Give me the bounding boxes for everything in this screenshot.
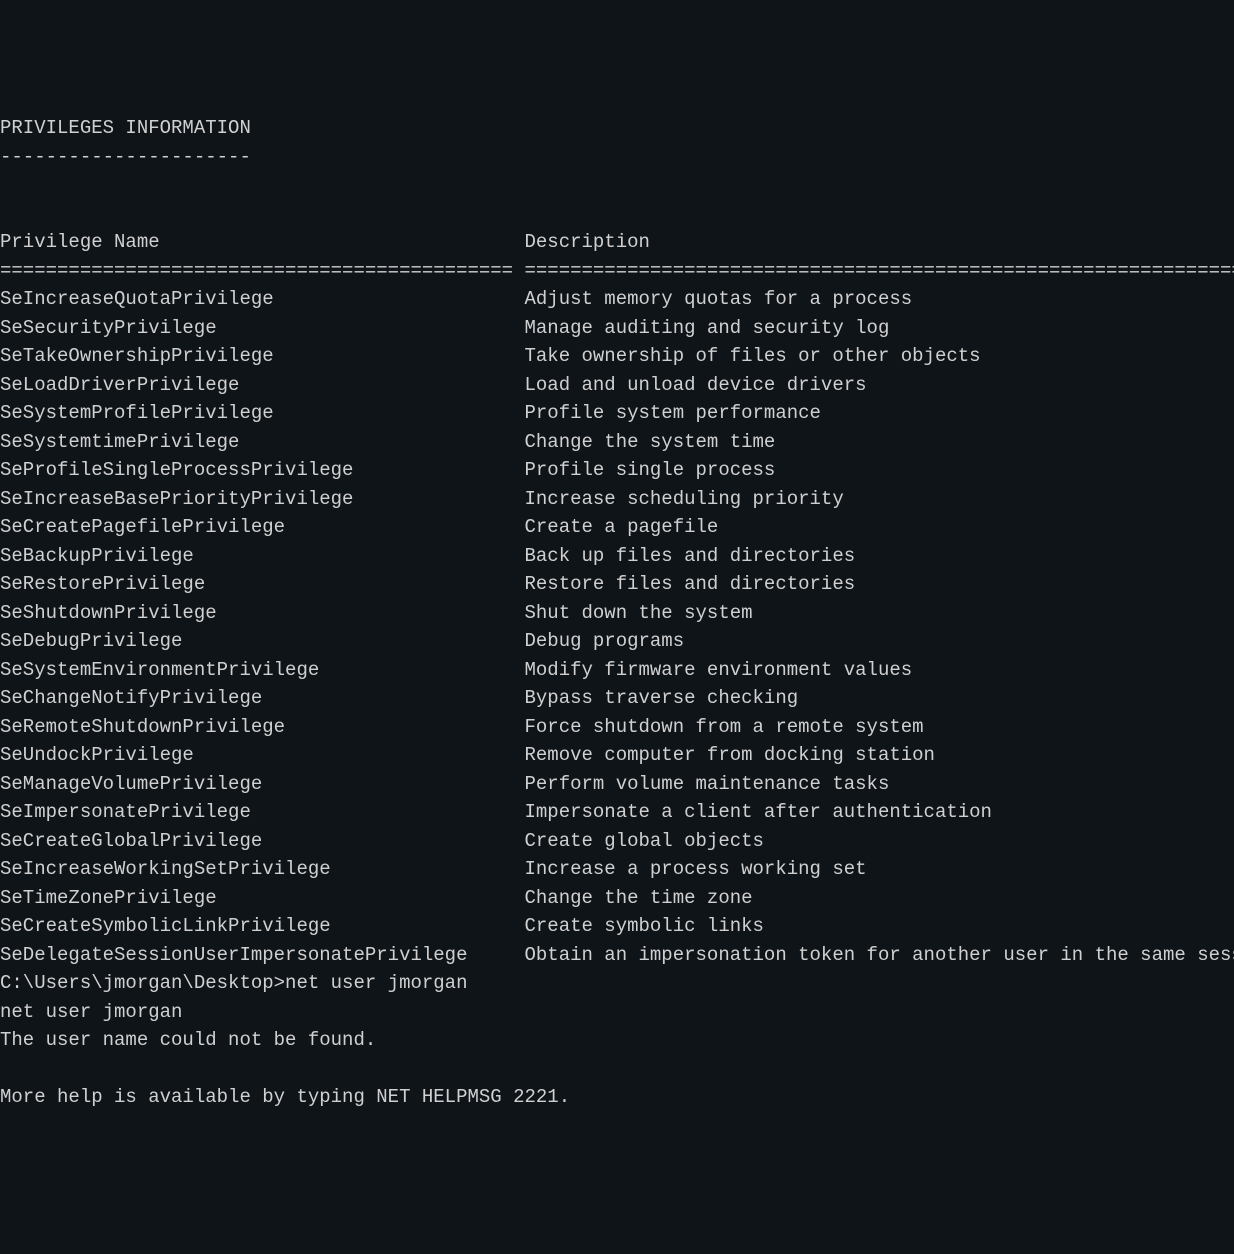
- column-headers-row: Privilege Name Description State: [0, 231, 1234, 253]
- privileges-header-title: PRIVILEGES INFORMATION: [0, 117, 251, 139]
- privilege-row: SeCreatePagefilePrivilege Create a pagef…: [0, 516, 1234, 538]
- privilege-row: SeSystemProfilePrivilege Profile system …: [0, 402, 1234, 424]
- privilege-row: SeShutdownPrivilege Shut down the system…: [0, 602, 1234, 624]
- error-message: The user name could not be found.: [0, 1029, 376, 1051]
- privilege-row: SeRestorePrivilege Restore files and dir…: [0, 573, 1234, 595]
- prompt-command: net user jmorgan: [285, 972, 467, 994]
- privilege-row: SeTakeOwnershipPrivilege Take ownership …: [0, 345, 1234, 367]
- command-prompt-line: C:\Users\jmorgan\Desktop>net user jmorga…: [0, 972, 467, 994]
- privilege-row: SeDebugPrivilege Debug programs Enabled: [0, 630, 1234, 652]
- prompt-path: C:\Users\jmorgan\Desktop>: [0, 972, 285, 994]
- help-message: More help is available by typing NET HEL…: [0, 1086, 570, 1108]
- privilege-row: SeImpersonatePrivilege Impersonate a cli…: [0, 801, 1234, 823]
- privilege-row: SeCreateSymbolicLinkPrivilege Create sym…: [0, 915, 1234, 937]
- privilege-row: SeBackupPrivilege Back up files and dire…: [0, 545, 1234, 567]
- privilege-row: SeChangeNotifyPrivilege Bypass traverse …: [0, 687, 1234, 709]
- command-echo: net user jmorgan: [0, 1001, 182, 1023]
- privileges-header-dashes: ----------------------: [0, 146, 251, 168]
- column-separator-row: ========================================…: [0, 260, 1234, 282]
- privilege-row: SeSecurityPrivilege Manage auditing and …: [0, 317, 1234, 339]
- privilege-row: SeIncreaseQuotaPrivilege Adjust memory q…: [0, 288, 1234, 310]
- privilege-row: SeProfileSingleProcessPrivilege Profile …: [0, 459, 1234, 481]
- privilege-row: SeTimeZonePrivilege Change the time zone…: [0, 887, 1234, 909]
- privilege-row: SeIncreaseBasePriorityPrivilege Increase…: [0, 488, 1234, 510]
- privilege-row: SeDelegateSessionUserImpersonatePrivileg…: [0, 944, 1234, 966]
- privilege-row: SeManageVolumePrivilege Perform volume m…: [0, 773, 1234, 795]
- privilege-row: SeIncreaseWorkingSetPrivilege Increase a…: [0, 858, 1234, 880]
- privilege-row: SeRemoteShutdownPrivilege Force shutdown…: [0, 716, 1234, 738]
- privilege-row: SeSystemtimePrivilege Change the system …: [0, 431, 1234, 453]
- privilege-row: SeSystemEnvironmentPrivilege Modify firm…: [0, 659, 1234, 681]
- privilege-row: SeUndockPrivilege Remove computer from d…: [0, 744, 1234, 766]
- terminal-output[interactable]: PRIVILEGES INFORMATION -----------------…: [0, 114, 1234, 1112]
- privilege-row: SeLoadDriverPrivilege Load and unload de…: [0, 374, 1234, 396]
- privilege-row: SeCreateGlobalPrivilege Create global ob…: [0, 830, 1234, 852]
